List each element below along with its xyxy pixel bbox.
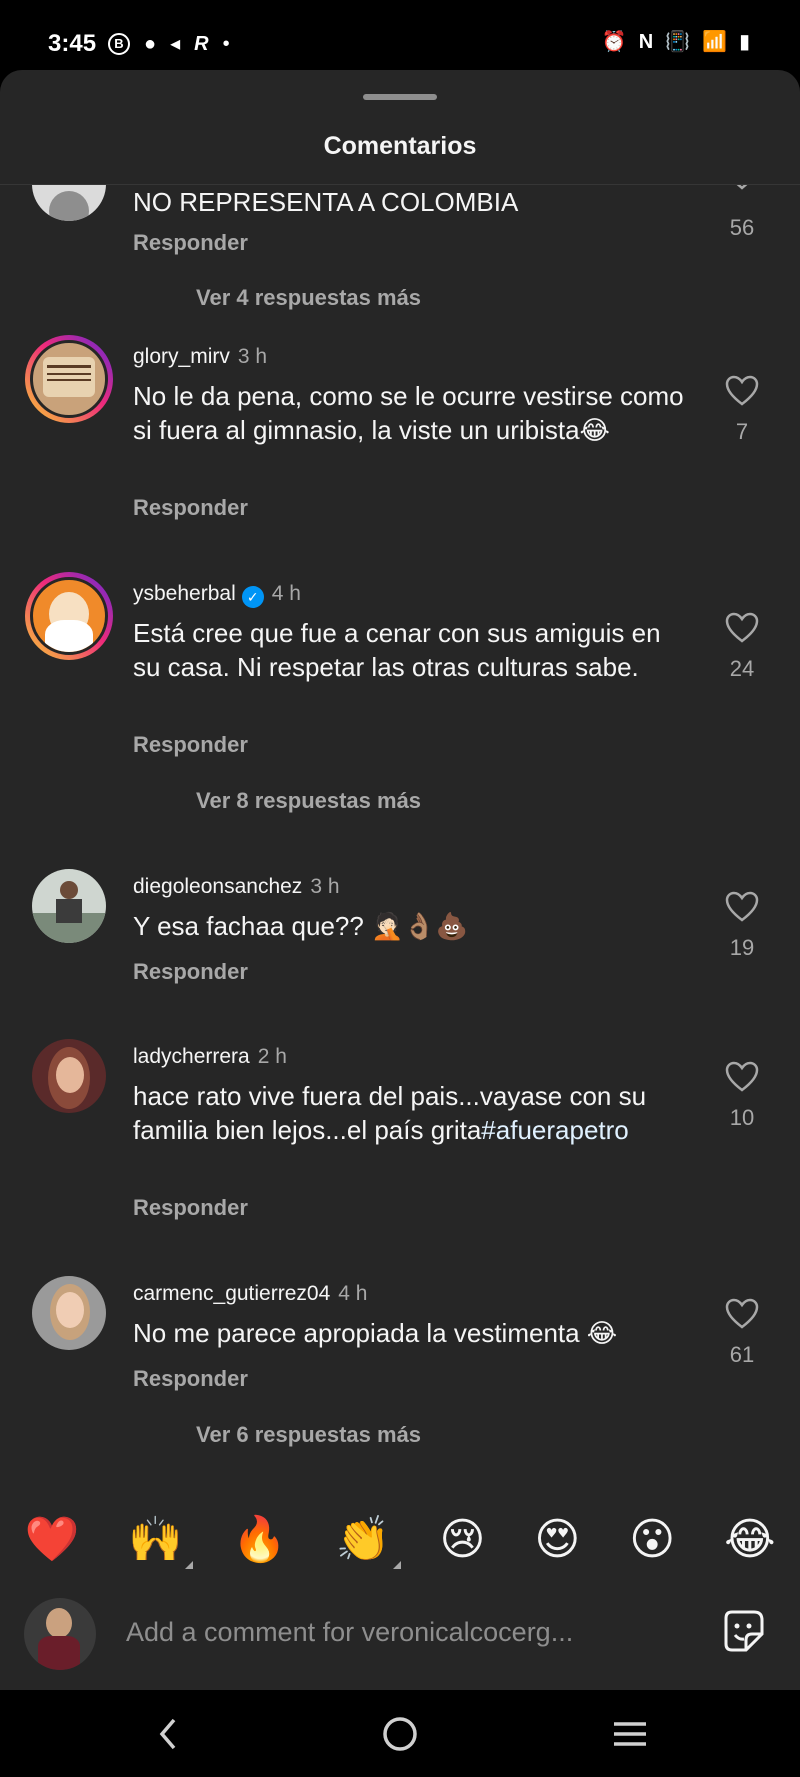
battery-icon: ▮ bbox=[738, 31, 750, 53]
comment-text: Y esa fachaa que?? 🤦🏻👌🏽💩 bbox=[133, 911, 469, 941]
home-icon[interactable] bbox=[378, 1712, 422, 1756]
username[interactable]: glory_mirv bbox=[133, 345, 230, 368]
like-count: 19 bbox=[729, 935, 755, 960]
skin-tone-indicator bbox=[392, 1561, 401, 1569]
comment-item: ladycherrera 2 h hace rato vive fuera del… bbox=[0, 1039, 800, 1255]
avatar[interactable] bbox=[32, 1276, 106, 1350]
skin-tone-indicator bbox=[185, 1561, 194, 1569]
reaction-raising-hands[interactable]: 🙌 bbox=[128, 1515, 194, 1569]
reply-button[interactable]: Responder bbox=[133, 230, 248, 256]
comment-input[interactable]: Add a comment for veronicalcocerg... bbox=[126, 1617, 573, 1648]
status-bar: 3:45 B ● ◂ R • ⏰ N 📳 📶 ▮ bbox=[0, 0, 800, 72]
reply-button[interactable]: Responder bbox=[133, 959, 248, 985]
current-user-avatar bbox=[24, 1598, 96, 1670]
like-count: 10 bbox=[729, 1105, 755, 1130]
comment-text: hace rato vive fuera del pais...vayase c… bbox=[133, 1079, 693, 1147]
reaction-surprised[interactable]: 😮 bbox=[629, 1515, 675, 1565]
comment-time: 4 h bbox=[271, 582, 301, 605]
back-icon[interactable] bbox=[148, 1712, 192, 1756]
raising-hands-icon: 🙌 bbox=[128, 1515, 184, 1564]
reaction-clap[interactable]: 👏 bbox=[335, 1515, 401, 1569]
hashtag-link[interactable]: #afuerapetro bbox=[481, 1115, 628, 1145]
comment-meta: diegoleonsanchez 3 h bbox=[133, 875, 340, 899]
reply-button[interactable]: Responder bbox=[133, 1195, 248, 1221]
comment-time: 2 h bbox=[257, 1045, 287, 1068]
quick-reactions-bar: ❤️ 🙌 🔥 👏 😢 😍 😮 😂 bbox=[0, 1490, 800, 1590]
sheet-title: Comentarios bbox=[323, 132, 477, 160]
comment-meta: glory_mirv 3 h bbox=[133, 345, 267, 369]
reaction-heart[interactable]: ❤️ bbox=[24, 1515, 79, 1565]
username[interactable]: diegoleonsanchez bbox=[133, 875, 302, 898]
sheet-drag-handle[interactable] bbox=[363, 94, 437, 100]
reaction-fire[interactable]: 🔥 bbox=[232, 1515, 287, 1565]
sticker-icon[interactable] bbox=[720, 1608, 766, 1654]
avatar bbox=[30, 340, 108, 418]
view-more-replies[interactable]: Ver 6 respuestas más bbox=[196, 1422, 421, 1448]
comment-time: 3 h bbox=[310, 875, 340, 898]
avatar-story-ring[interactable] bbox=[25, 335, 113, 423]
telegram-icon: ◂ bbox=[170, 33, 181, 55]
notification-b-icon: B bbox=[108, 33, 130, 55]
avatar[interactable] bbox=[32, 185, 106, 221]
reaction-laughing[interactable]: 😂 bbox=[724, 1515, 775, 1565]
comment-text: No le da pena, como se le ocurre vestirs… bbox=[133, 381, 684, 445]
heart-icon[interactable] bbox=[725, 612, 759, 644]
system-nav-bar bbox=[0, 1690, 800, 1777]
like-count: 7 bbox=[735, 419, 749, 444]
like-count: 61 bbox=[729, 1342, 755, 1367]
comment-meta: carmenc_gutierrez04 4 h bbox=[133, 1282, 367, 1306]
comment-composer: Add a comment for veronicalcocerg... bbox=[0, 1590, 800, 1690]
avatar[interactable] bbox=[32, 869, 106, 943]
heart-icon[interactable] bbox=[725, 375, 759, 407]
avatar bbox=[30, 577, 108, 655]
like-count: 24 bbox=[729, 656, 755, 681]
username[interactable]: ysbeherbal bbox=[133, 582, 236, 605]
chevron-down-icon[interactable] bbox=[725, 185, 759, 203]
avatar[interactable] bbox=[32, 1039, 106, 1113]
comment-list[interactable]: NO REPRESENTA A COLOMBIA Responder 56 Ve… bbox=[0, 185, 800, 1565]
comment-item: ysbeherbal ✓ 4 h Está cree que fue a cenar… bbox=[0, 572, 800, 832]
heart-icon[interactable] bbox=[725, 1298, 759, 1330]
view-more-replies[interactable]: Ver 4 respuestas más bbox=[196, 285, 421, 311]
more-notifications-dot-icon: • bbox=[222, 33, 230, 55]
alarm-icon: ⏰ bbox=[601, 31, 627, 53]
username[interactable]: ladycherrera bbox=[133, 1045, 250, 1068]
view-more-replies[interactable]: Ver 8 respuestas más bbox=[196, 788, 421, 814]
comment-time: 4 h bbox=[338, 1282, 368, 1305]
comment-item: glory_mirv 3 h No le da pena, como se le … bbox=[0, 335, 800, 575]
like-count: 56 bbox=[729, 215, 755, 240]
comment-text: No me parece apropiada la vestimenta 😂 bbox=[133, 1318, 618, 1348]
comment-text: NO REPRESENTA A COLOMBIA bbox=[133, 187, 519, 217]
status-right-icons: ⏰ N 📳 📶 ▮ bbox=[602, 30, 750, 54]
nfc-icon: N bbox=[638, 31, 654, 53]
clapping-hands-icon: 👏 bbox=[335, 1515, 391, 1564]
comment-item: diegoleonsanchez 3 h Y esa fachaa que?? 🤦… bbox=[0, 869, 800, 1035]
wifi-icon: 📶 bbox=[702, 31, 727, 53]
chat-bubble-icon: ● bbox=[144, 33, 157, 55]
comment-item: carmenc_gutierrez04 4 h No me parece apro… bbox=[0, 1276, 800, 1482]
avatar-story-ring[interactable] bbox=[25, 572, 113, 660]
recents-icon[interactable] bbox=[608, 1712, 652, 1756]
r-app-icon: R bbox=[194, 33, 209, 55]
reply-button[interactable]: Responder bbox=[133, 732, 248, 758]
heart-icon[interactable] bbox=[725, 891, 759, 923]
username[interactable]: carmenc_gutierrez04 bbox=[133, 1282, 330, 1305]
status-time: 3:45 bbox=[48, 30, 97, 57]
reply-button[interactable]: Responder bbox=[133, 1366, 248, 1392]
heart-icon[interactable] bbox=[725, 1061, 759, 1093]
comments-sheet: Comentarios NO REPRESENTA A COLOMBIA Res… bbox=[0, 70, 800, 1690]
status-left-icons: B ● ◂ R • bbox=[108, 32, 230, 56]
reaction-heart-eyes[interactable]: 😍 bbox=[534, 1515, 580, 1565]
reply-button[interactable]: Responder bbox=[133, 495, 248, 521]
vibrate-icon: 📳 bbox=[665, 31, 691, 53]
verified-badge-icon: ✓ bbox=[241, 586, 264, 608]
comment-meta: ladycherrera 2 h bbox=[133, 1045, 287, 1069]
comment-meta: ysbeherbal ✓ 4 h bbox=[133, 582, 301, 608]
reaction-crying[interactable]: 😢 bbox=[440, 1515, 486, 1565]
comment-text: Está cree que fue a cenar con sus amigui… bbox=[133, 618, 661, 682]
comment-time: 3 h bbox=[237, 345, 268, 368]
